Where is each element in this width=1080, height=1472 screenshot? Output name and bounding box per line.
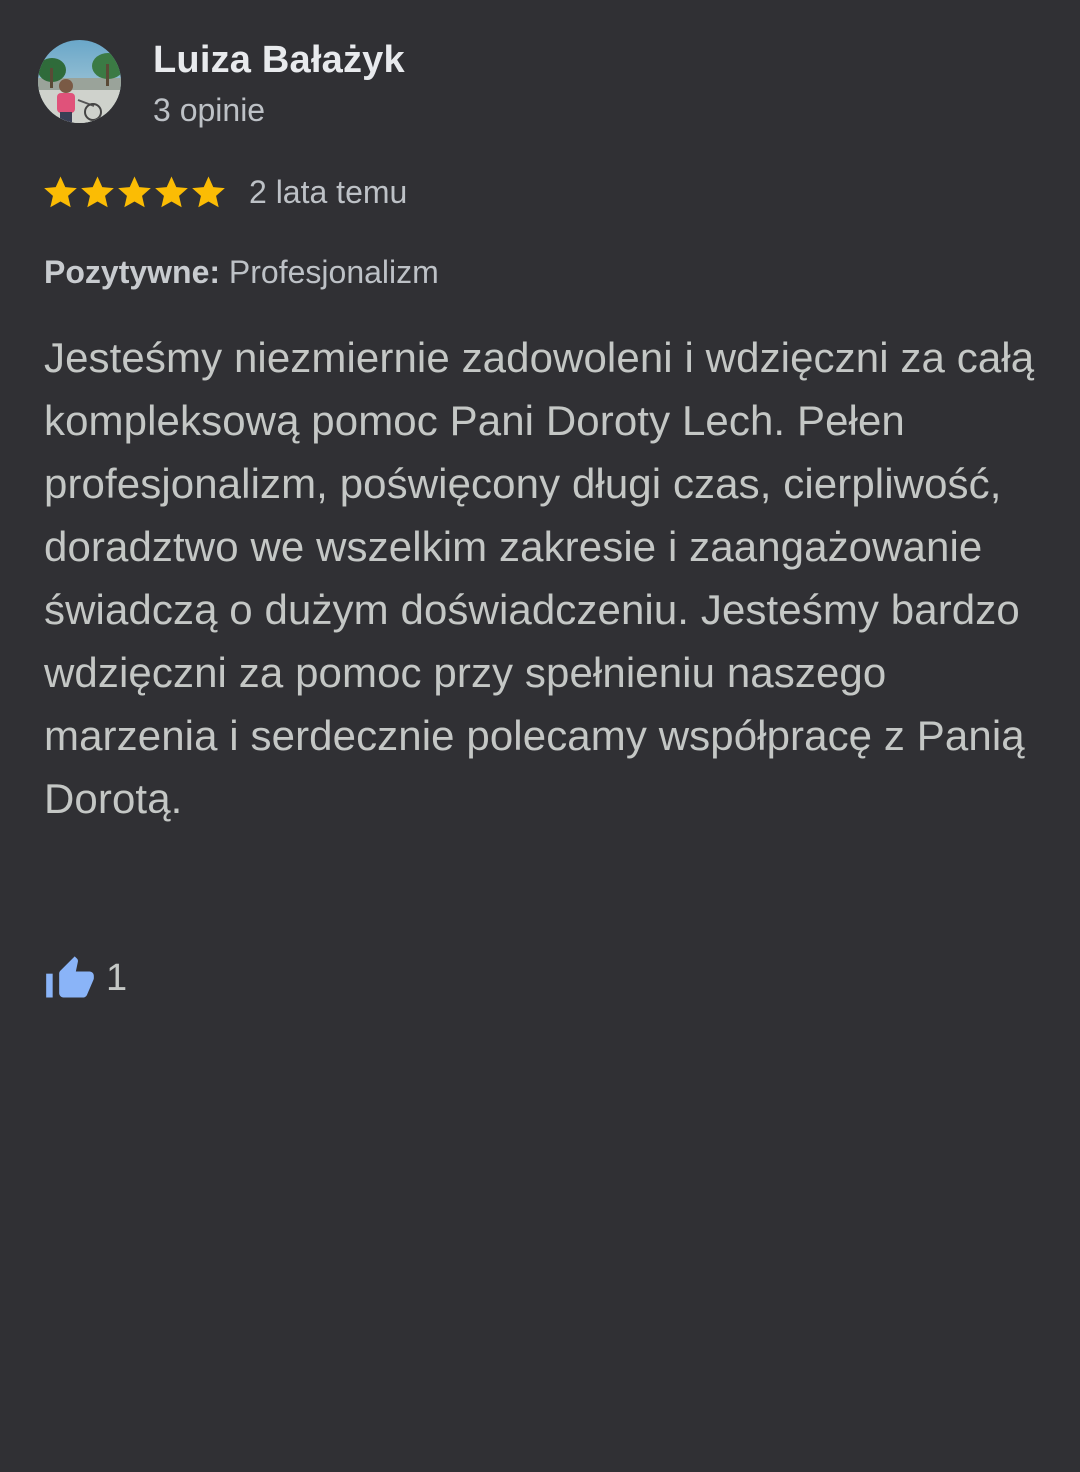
avatar-photo — [38, 40, 121, 123]
star-icon — [118, 175, 151, 207]
star-icon — [44, 175, 77, 207]
highlights-label: Pozytywne: — [44, 254, 221, 290]
review-highlights: Pozytywne: Profesjonalizm — [44, 250, 439, 294]
author-avatar[interactable] — [38, 40, 121, 123]
star-icon — [81, 175, 114, 207]
review-time: 2 lata temu — [249, 174, 408, 210]
review-text: Jesteśmy niezmiernie zadowoleni i wdzięc… — [44, 334, 1035, 822]
review-card: Luiza Bałażyk 3 opinie 2 lata temu Pozyt… — [0, 0, 1080, 1472]
thumbs-up-icon[interactable] — [44, 952, 96, 1004]
like-row: 1 — [44, 948, 127, 1008]
author-name[interactable]: Luiza Bałażyk — [153, 38, 405, 82]
rating-row: 2 lata temu — [42, 170, 407, 214]
star-icon — [155, 175, 188, 207]
author-info: Luiza Bałażyk 3 opinie — [153, 38, 405, 130]
star-rating — [42, 174, 227, 211]
highlights-value: Profesjonalizm — [228, 254, 439, 290]
star-icon — [192, 175, 225, 207]
author-review-count: 3 opinie — [153, 92, 266, 128]
like-count: 1 — [106, 957, 128, 999]
review-header: Luiza Bałażyk 3 opinie — [38, 38, 405, 130]
